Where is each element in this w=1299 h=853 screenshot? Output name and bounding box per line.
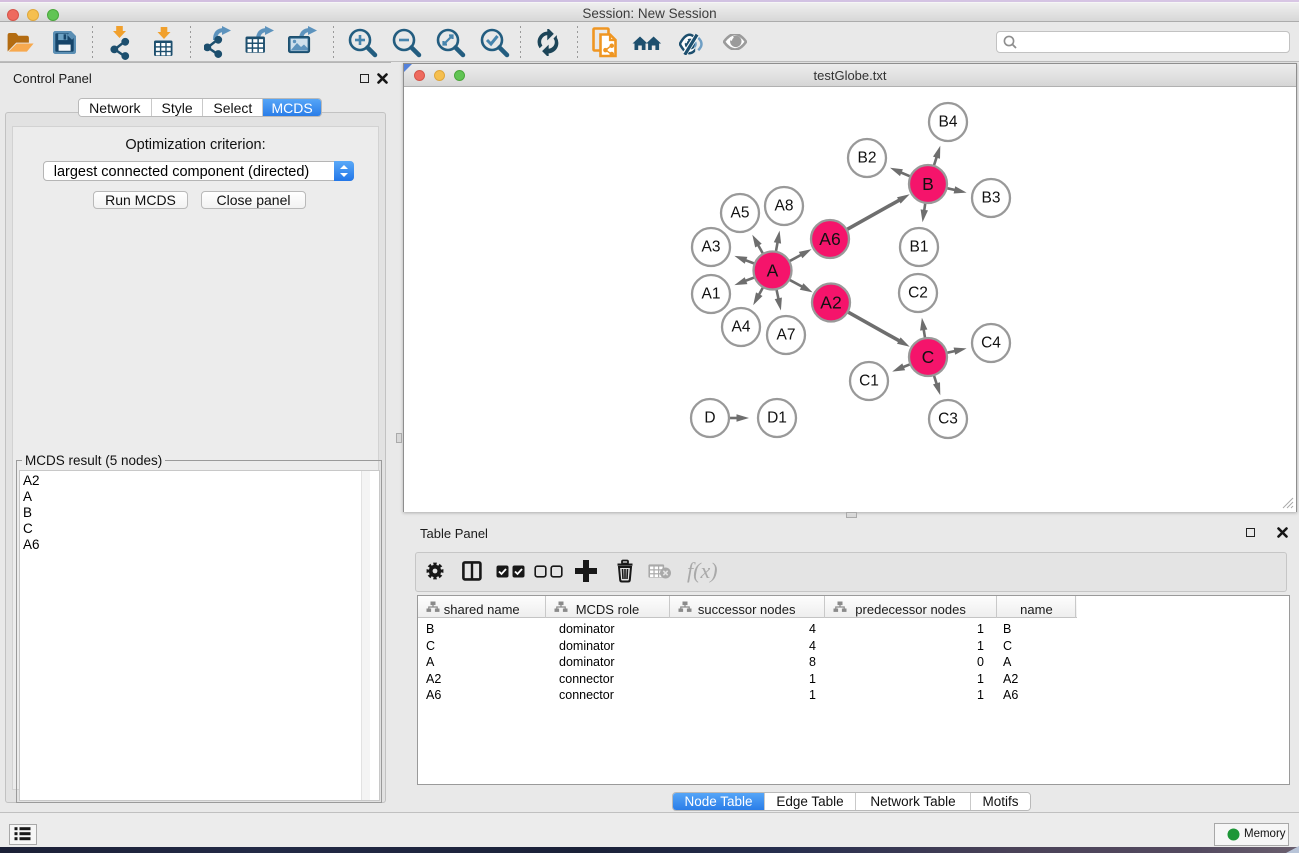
svg-text:A7: A7 xyxy=(777,327,796,344)
svg-text:C4: C4 xyxy=(981,335,1001,352)
svg-text:C3: C3 xyxy=(938,411,958,428)
svg-text:D: D xyxy=(704,410,715,427)
svg-text:A: A xyxy=(767,261,779,281)
svg-text:B4: B4 xyxy=(939,114,958,131)
svg-text:C2: C2 xyxy=(908,285,928,302)
svg-text:B: B xyxy=(922,174,934,194)
svg-text:A6: A6 xyxy=(819,229,840,249)
svg-text:A2: A2 xyxy=(820,293,841,313)
svg-text:A3: A3 xyxy=(702,239,721,256)
svg-text:A1: A1 xyxy=(702,286,721,303)
svg-text:A4: A4 xyxy=(732,319,751,336)
svg-text:B2: B2 xyxy=(858,150,877,167)
svg-text:A5: A5 xyxy=(731,205,750,222)
svg-text:B1: B1 xyxy=(910,239,929,256)
svg-text:A8: A8 xyxy=(775,198,794,215)
svg-text:C1: C1 xyxy=(859,373,879,390)
svg-text:D1: D1 xyxy=(767,410,787,427)
svg-text:B3: B3 xyxy=(982,190,1001,207)
svg-text:C: C xyxy=(922,347,935,367)
